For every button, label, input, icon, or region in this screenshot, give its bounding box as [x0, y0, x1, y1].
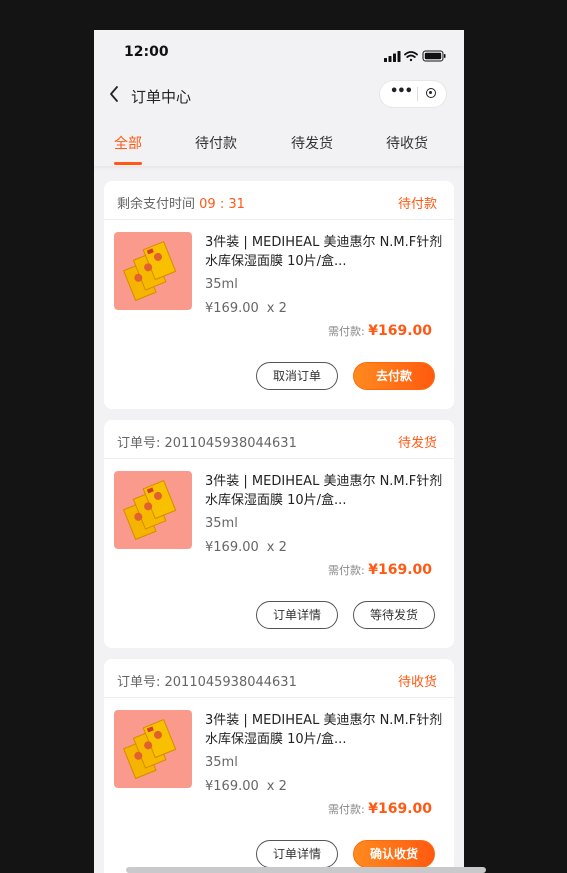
product-name[interactable]: 3件装 | MEDIHEAL 美迪惠尔 N.M.F针剂水库保湿面膜 10片/盒.… — [205, 472, 445, 510]
active-tab-indicator — [114, 162, 142, 165]
product-price: ¥169.00 — [205, 301, 259, 316]
tab-pending-payment[interactable]: 待付款 — [176, 133, 256, 153]
order-card-header: 订单号: 2011045938044631 待发货 — [104, 420, 454, 459]
product-price: ¥169.00 — [205, 779, 259, 794]
payable-amount: ¥169.00 — [368, 562, 432, 578]
tab-pending-receipt[interactable]: 待收货 — [367, 133, 447, 153]
payable-line: 需付款: ¥169.00 — [328, 562, 432, 578]
order-head-text: 剩余支付时间 09 : 31 — [117, 193, 245, 212]
awaiting-shipment-button[interactable]: 等待发货 — [353, 601, 435, 629]
battery-icon — [422, 50, 446, 62]
order-status: 待发货 — [397, 436, 437, 451]
payment-countdown: 09 : 31 — [199, 197, 245, 212]
more-icon[interactable]: ••• — [390, 84, 413, 99]
order-card: 订单号: 2011045938044631 待发货 3件装 | MEDIHEAL… — [104, 420, 454, 648]
product-price-line: ¥169.00 x 2 — [205, 779, 287, 794]
product-spec: 35ml — [205, 755, 238, 770]
signal-icon — [384, 51, 401, 62]
order-number: 订单号: 2011045938044631 — [117, 675, 297, 690]
product-price-line: ¥169.00 x 2 — [205, 301, 287, 316]
order-tabs: 全部 待付款 待发货 待收货 — [94, 122, 464, 166]
status-icons — [384, 47, 448, 66]
product-image[interactable] — [114, 232, 192, 310]
product-spec: 35ml — [205, 516, 238, 531]
status-time: 12:00 — [124, 44, 169, 60]
phone-screen: 12:00 订单中心 ••• 全部 待付款 待发货 待收货 剩余支付时间 09 … — [94, 30, 464, 873]
order-status: 待付款 — [397, 197, 437, 212]
wifi-icon — [404, 51, 418, 62]
product-name[interactable]: 3件装 | MEDIHEAL 美迪惠尔 N.M.F针剂水库保湿面膜 10片/盒.… — [205, 711, 445, 749]
product-image[interactable] — [114, 710, 192, 788]
nav-bar: 订单中心 ••• — [94, 74, 464, 118]
product-price: ¥169.00 — [205, 540, 259, 555]
payable-label: 需付款: — [328, 325, 365, 338]
payable-label: 需付款: — [328, 564, 365, 577]
tab-all[interactable]: 全部 — [94, 133, 168, 153]
horizontal-scrollbar[interactable] — [126, 867, 486, 873]
payable-amount: ¥169.00 — [368, 323, 432, 339]
back-icon[interactable] — [108, 84, 120, 109]
order-number: 订单号: 2011045938044631 — [117, 436, 297, 451]
product-quantity: x 2 — [266, 779, 287, 794]
capsule-divider — [417, 87, 418, 101]
order-card: 剩余支付时间 09 : 31 待付款 3件装 | MEDIHEAL 美迪惠尔 N… — [104, 181, 454, 409]
cancel-order-button[interactable]: 取消订单 — [256, 362, 338, 390]
order-details-button[interactable]: 订单详情 — [256, 840, 338, 868]
product-image[interactable] — [114, 471, 192, 549]
miniprogram-capsule: ••• — [380, 81, 446, 107]
product-name[interactable]: 3件装 | MEDIHEAL 美迪惠尔 N.M.F针剂水库保湿面膜 10片/盒.… — [205, 233, 445, 271]
order-status: 待收货 — [397, 675, 437, 690]
tab-pending-shipment[interactable]: 待发货 — [272, 133, 352, 153]
payable-line: 需付款: ¥169.00 — [328, 323, 432, 339]
page-title: 订单中心 — [131, 88, 192, 106]
payable-amount: ¥169.00 — [368, 801, 432, 817]
pay-now-button[interactable]: 去付款 — [353, 362, 435, 390]
payment-countdown-label: 剩余支付时间 — [117, 197, 196, 212]
close-target-icon[interactable] — [426, 88, 436, 98]
status-bar: 12:00 — [94, 30, 464, 74]
product-spec: 35ml — [205, 277, 238, 292]
payable-label: 需付款: — [328, 803, 365, 816]
confirm-receipt-button[interactable]: 确认收货 — [353, 840, 435, 868]
product-quantity: x 2 — [266, 540, 287, 555]
order-card: 订单号: 2011045938044631 待收货 3件装 | MEDIHEAL… — [104, 659, 454, 873]
payable-line: 需付款: ¥169.00 — [328, 801, 432, 817]
order-details-button[interactable]: 订单详情 — [256, 601, 338, 629]
product-quantity: x 2 — [266, 301, 287, 316]
order-card-header: 订单号: 2011045938044631 待收货 — [104, 659, 454, 698]
product-price-line: ¥169.00 x 2 — [205, 540, 287, 555]
order-card-header: 剩余支付时间 09 : 31 待付款 — [104, 181, 454, 220]
